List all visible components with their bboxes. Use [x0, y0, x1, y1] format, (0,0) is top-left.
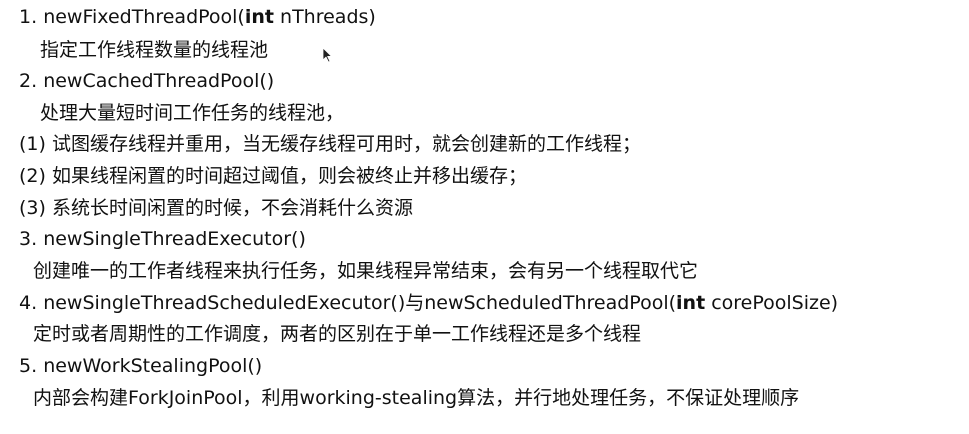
item-1-title-pre: newFixedThreadPool(: [43, 6, 245, 28]
item-5-title-text: newWorkStealingPool(): [43, 355, 263, 377]
item-4-number: 4.: [19, 292, 38, 314]
item-3-desc: 创建唯一的工作者线程来执行任务，如果线程异常结束，会有另一个线程取代它: [33, 260, 699, 282]
item-5-title: 5. newWorkStealingPool(): [19, 353, 262, 379]
item-5-desc: 内部会构建ForkJoinPool，利用working-stealing算法，并…: [33, 387, 800, 409]
item-2-number: 2.: [19, 70, 38, 92]
item-4-title: 4. newSingleThreadScheduledExecutor()与ne…: [19, 290, 838, 316]
item-3-title: 3. newSingleThreadExecutor(): [19, 226, 306, 252]
item-3-title-text: newSingleThreadExecutor(): [43, 228, 306, 250]
item-2-title-text: newCachedThreadPool(): [43, 70, 275, 92]
item-1-title-keyword: int: [244, 6, 274, 28]
item-2-title: 2. newCachedThreadPool(): [19, 68, 274, 94]
item-1-desc: 指定工作线程数量的线程池: [40, 39, 269, 61]
item-2-point-2: (2) 如果线程闲置的时间超过阈值，则会被终止并移出缓存；: [19, 165, 527, 187]
item-4-title-pre: newSingleThreadScheduledExecutor()与newSc…: [43, 292, 677, 314]
item-4-title-post: corePoolSize): [705, 292, 839, 314]
item-1-title: 1. newFixedThreadPool(int nThreads): [19, 4, 376, 30]
item-2-point-1: (1) 试图缓存线程并重用，当无缓存线程可用时，就会创建新的工作线程；: [19, 133, 641, 155]
item-2-point-3: (3) 系统长时间闲置的时候，不会消耗什么资源: [19, 197, 413, 219]
item-4-title-keyword: int: [676, 292, 706, 314]
item-4-desc: 定时或者周期性的工作调度，两者的区别在于单一工作线程还是多个线程: [33, 323, 642, 345]
mouse-pointer-icon: [322, 47, 332, 63]
item-2-desc: 处理大量短时间工作任务的线程池，: [40, 102, 345, 124]
item-1-title-post: nThreads): [273, 6, 376, 28]
item-3-number: 3.: [19, 228, 38, 250]
document-body: 1. newFixedThreadPool(int nThreads) 指定工作…: [0, 0, 969, 434]
item-5-number: 5.: [19, 355, 38, 377]
item-1-number: 1.: [19, 6, 38, 28]
